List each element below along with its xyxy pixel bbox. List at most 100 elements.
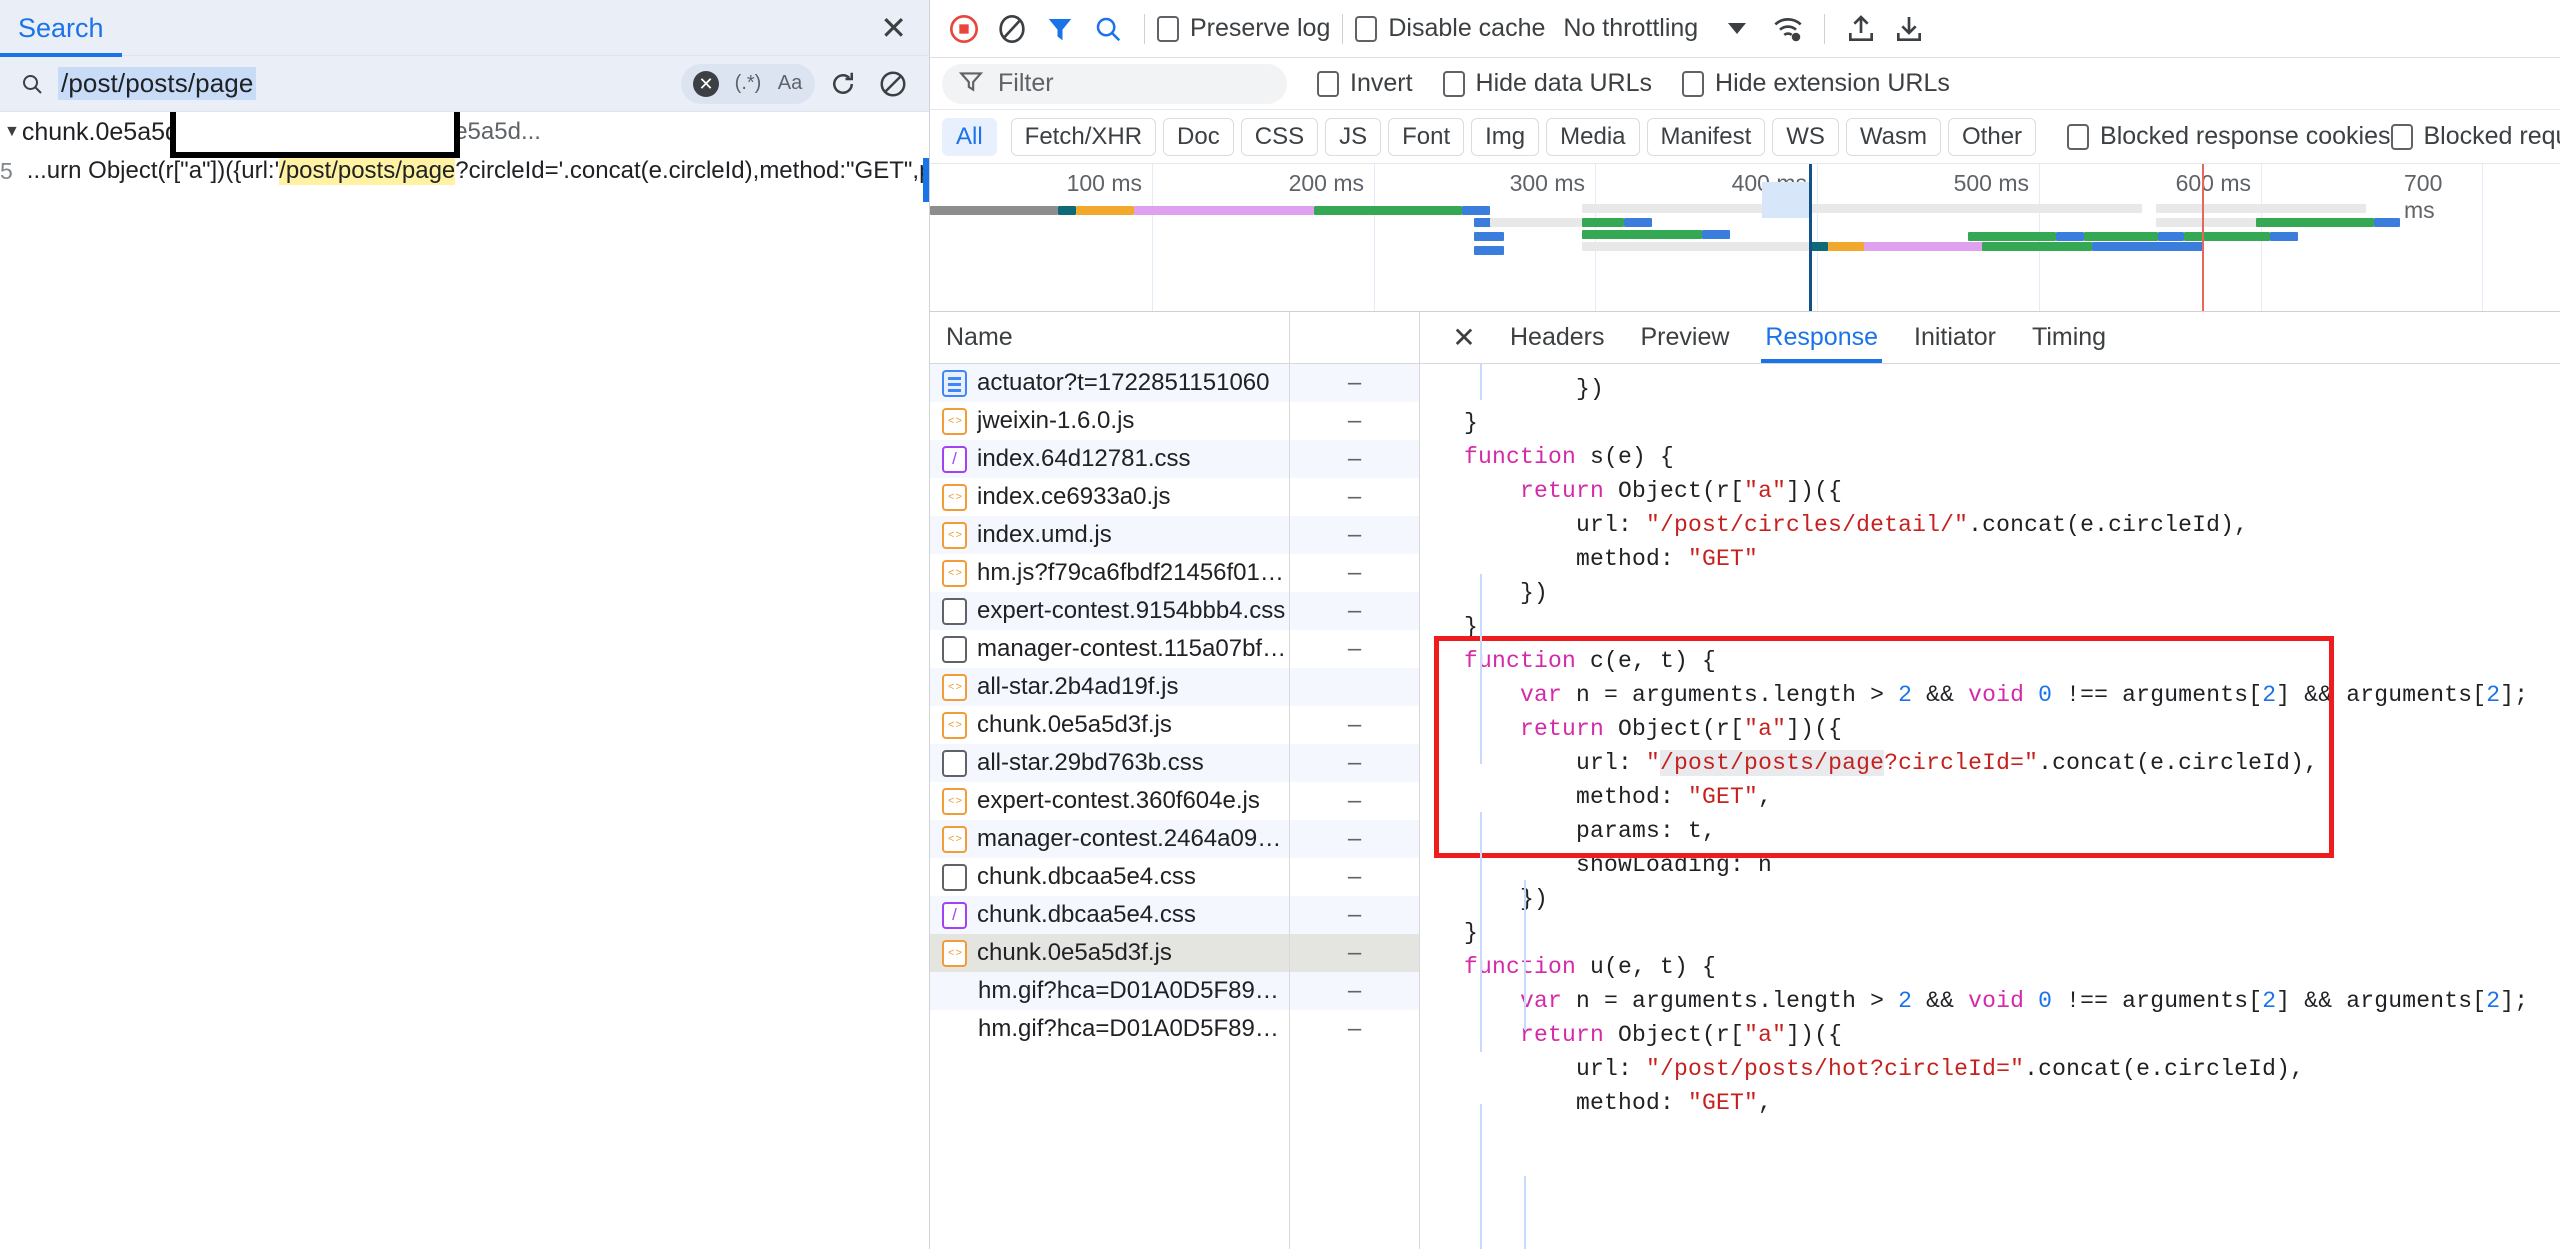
response-body[interactable]: })} function s(e) { return Object(r["a"])… [1420, 364, 2560, 1249]
type-filter-fetch-xhr[interactable]: Fetch/XHR [1010, 117, 1157, 156]
close-detail-icon[interactable]: ✕ [1436, 321, 1492, 354]
type-filter-wasm[interactable]: Wasm [1845, 117, 1942, 156]
search-results[interactable]: ▼ chunk.0e5a5d3f.js /dist/static/js/chun… [0, 112, 929, 1249]
request-status: – [1347, 407, 1362, 434]
blocked-requests-checkbox[interactable]: Blocked requests [2390, 122, 2560, 151]
checkbox-box [1682, 70, 1705, 97]
redaction-box [170, 112, 460, 158]
js-file-icon [942, 787, 967, 815]
request-row[interactable]: chunk.0e5a5d3f.js [930, 706, 1289, 744]
type-filter-ws[interactable]: WS [1772, 117, 1839, 156]
record-stop-icon[interactable] [940, 5, 988, 53]
overview-bar [1582, 204, 2142, 213]
request-row[interactable]: chunk.dbcaa5e4.css [930, 858, 1289, 896]
column-header-status[interactable] [1290, 312, 1419, 364]
overview-bar [1134, 206, 1314, 215]
overview-tick-label: 200 ms [1288, 170, 1364, 196]
js-file-icon [942, 711, 967, 739]
overview-bar [2156, 218, 2256, 227]
overview-cursor[interactable] [1809, 164, 1812, 311]
type-filter-img[interactable]: Img [1471, 117, 1540, 156]
regex-toggle-icon[interactable]: (.*) [727, 64, 769, 104]
clear-query-icon[interactable]: ✕ [685, 64, 727, 104]
type-filter-css[interactable]: CSS [1240, 117, 1319, 156]
request-row[interactable]: manager-contest.115a07bf.c... [930, 630, 1289, 668]
type-filter-manifest[interactable]: Manifest [1646, 117, 1766, 156]
search-input[interactable]: /post/posts/page [12, 62, 681, 106]
search-result-file[interactable]: ▼ chunk.0e5a5d3f.js /dist/static/js/chun… [0, 112, 929, 158]
type-filter-other[interactable]: Other [1948, 117, 2037, 156]
throttling-select[interactable]: No throttling [1563, 14, 1747, 43]
refresh-icon[interactable] [821, 62, 865, 106]
tab-timing[interactable]: Timing [2014, 312, 2124, 363]
request-list[interactable]: actuator?t=1722851151060 jweixin-1.6.0.js… [930, 364, 1289, 1249]
network-panel: Preserve log Disable cache No throttling [930, 0, 2560, 1249]
search-result-line-number: 5 [0, 157, 13, 184]
type-filter-all[interactable]: All [942, 117, 997, 156]
match-case-toggle-icon[interactable]: Aa [769, 64, 811, 104]
code-line: return Object(r["a"])({ [1520, 478, 1843, 504]
request-name: all-star.2b4ad19f.js [977, 673, 1179, 700]
close-icon[interactable]: ✕ [880, 12, 907, 44]
tab-search[interactable]: Search [0, 0, 122, 57]
column-header-name[interactable]: Name [930, 312, 1289, 364]
filter-icon[interactable] [1036, 5, 1084, 53]
overview-bar [2184, 232, 2270, 241]
code-line: return Object(r["a"])({ [1520, 1022, 1843, 1048]
request-row[interactable]: index.umd.js [930, 516, 1289, 554]
tab-preview[interactable]: Preview [1623, 312, 1748, 363]
tab-initiator[interactable]: Initiator [1896, 312, 2014, 363]
disable-cache-checkbox[interactable]: Disable cache [1355, 14, 1545, 43]
search-scrollbar[interactable] [923, 158, 929, 202]
import-har-icon[interactable] [1837, 5, 1885, 53]
network-type-bar: All Fetch/XHR Doc CSS JS Font Img Media Manifest… [930, 110, 2560, 164]
request-row[interactable]: index.64d12781.css [930, 440, 1289, 478]
request-status: – [1347, 635, 1362, 662]
indent-guide [1480, 1104, 1482, 1249]
blank-file-icon [942, 635, 967, 663]
divider [1342, 13, 1344, 44]
request-status: – [1347, 787, 1362, 814]
tab-headers[interactable]: Headers [1492, 312, 1623, 363]
preserve-log-checkbox[interactable]: Preserve log [1157, 14, 1330, 43]
request-row[interactable]: expert-contest.360f604e.js [930, 782, 1289, 820]
overview-bar [1968, 232, 2056, 241]
overview-tick-label: 600 ms [2175, 170, 2251, 196]
search-result-match[interactable]: 5 ...urn Object(r["a"])({url:'/post/post… [0, 152, 929, 190]
clear-results-icon[interactable] [871, 62, 915, 106]
type-filter-doc[interactable]: Doc [1163, 117, 1234, 156]
blocked-response-cookies-checkbox[interactable]: Blocked response cookies [2067, 122, 2391, 151]
request-name: manager-contest.115a07bf.c... [977, 635, 1289, 662]
request-row[interactable]: all-star.2b4ad19f.js [930, 668, 1289, 706]
search-icon[interactable] [1084, 5, 1132, 53]
request-row[interactable]: jweixin-1.6.0.js [930, 402, 1289, 440]
request-row[interactable]: index.ce6933a0.js [930, 478, 1289, 516]
overview-bar [1058, 206, 1076, 215]
request-status: – [1290, 896, 1419, 934]
request-name: all-star.29bd763b.css [977, 749, 1204, 776]
filter-input[interactable]: Filter [942, 63, 1287, 104]
type-filter-font[interactable]: Font [1388, 117, 1465, 156]
network-overview[interactable]: 100 ms200 ms300 ms400 ms500 ms600 ms700 … [930, 164, 2560, 312]
clear-network-icon[interactable] [988, 5, 1036, 53]
request-row[interactable]: manager-contest.2464a09b.js [930, 820, 1289, 858]
chevron-down-icon[interactable]: ▼ [4, 123, 20, 141]
hide-data-urls-checkbox[interactable]: Hide data URLs [1442, 69, 1652, 98]
request-row[interactable]: chunk.dbcaa5e4.css [930, 896, 1289, 934]
request-row[interactable]: hm.gif?hca=D01A0D5F89FA... [930, 1010, 1289, 1048]
type-filter-js[interactable]: JS [1325, 117, 1382, 156]
request-row[interactable]: all-star.29bd763b.css [930, 744, 1289, 782]
invert-label: Invert [1350, 69, 1413, 97]
export-har-icon[interactable] [1885, 5, 1933, 53]
tab-response[interactable]: Response [1747, 312, 1896, 363]
request-row[interactable]: chunk.0e5a5d3f.js [930, 934, 1289, 972]
network-conditions-icon[interactable] [1764, 5, 1812, 53]
request-row[interactable]: expert-contest.9154bbb4.css [930, 592, 1289, 630]
request-row[interactable]: hm.js?f79ca6fbdf21456f016... [930, 554, 1289, 592]
request-name: expert-contest.360f604e.js [977, 787, 1260, 814]
type-filter-media[interactable]: Media [1546, 117, 1640, 156]
invert-checkbox[interactable]: Invert [1317, 69, 1413, 98]
request-row[interactable]: actuator?t=1722851151060 [930, 364, 1289, 402]
request-row[interactable]: hm.gif?hca=D01A0D5F89FA... [930, 972, 1289, 1010]
hide-extension-urls-checkbox[interactable]: Hide extension URLs [1682, 69, 1950, 98]
